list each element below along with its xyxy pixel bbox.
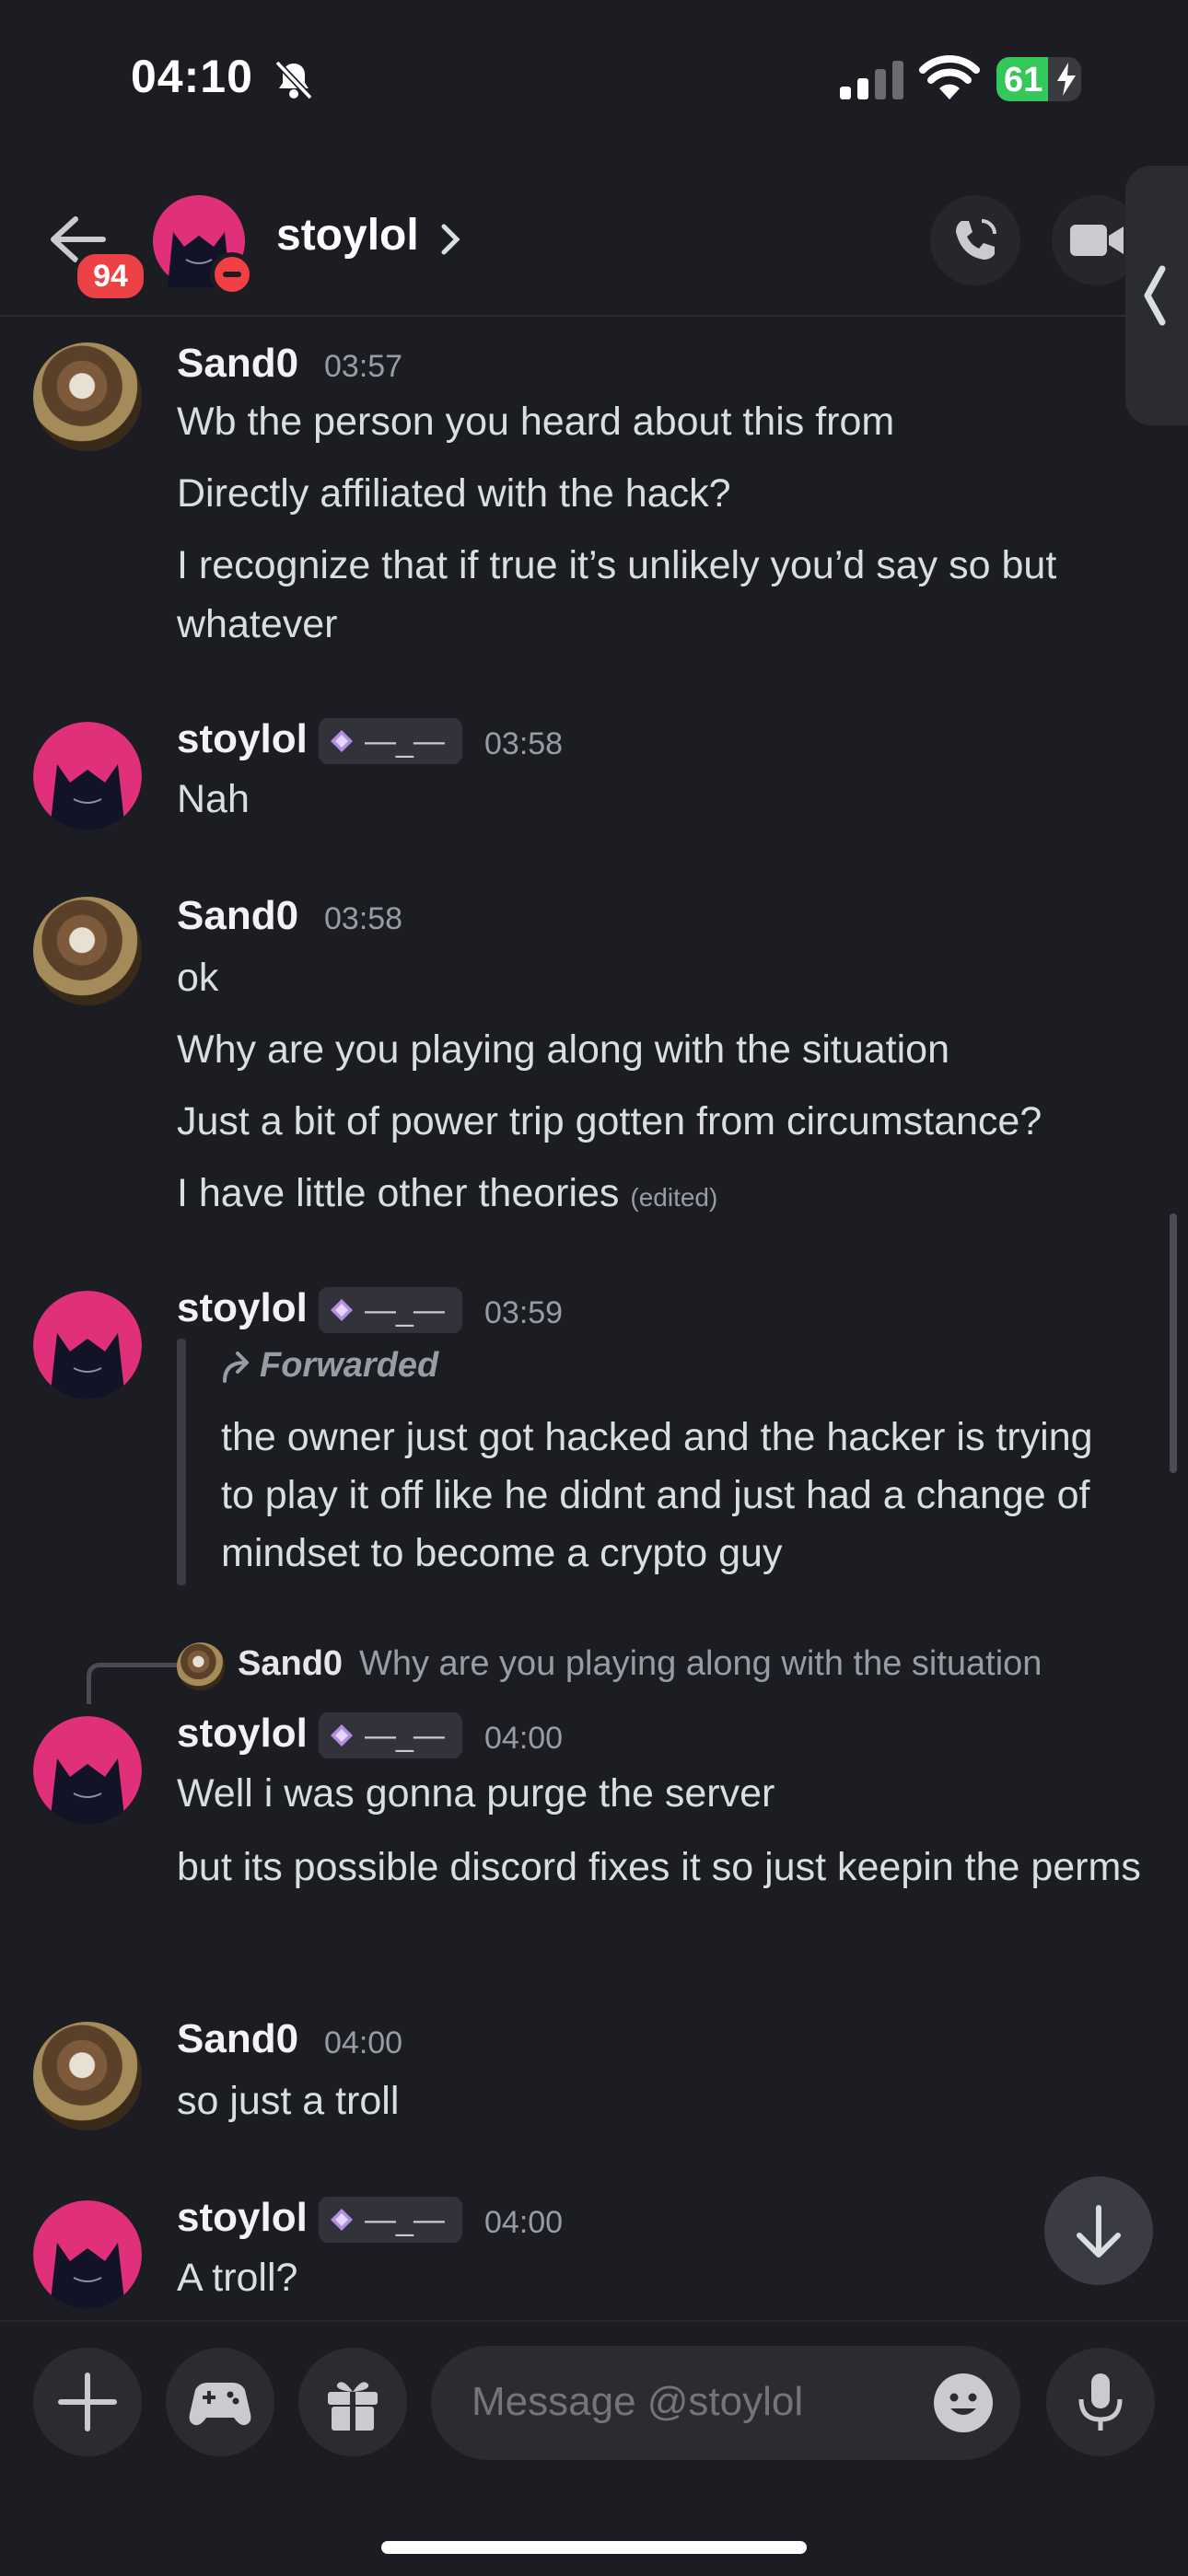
reply-author[interactable]: Sand0	[238, 1644, 343, 1684]
message-input[interactable]	[472, 2379, 895, 2425]
forwarded-text: the owner just got hacked and the hacker…	[221, 1415, 1093, 1575]
forward-arrow-icon	[223, 1352, 249, 1383]
charging-bolt-icon	[1057, 63, 1076, 96]
stoylol-avatar[interactable]	[33, 2200, 142, 2309]
unread-badge: 94	[74, 250, 147, 302]
bell-slash-icon	[274, 60, 313, 100]
clan-tag[interactable]: —_—	[319, 1287, 462, 1333]
clan-tag-text: —_—	[365, 1718, 445, 1753]
message-line: Wb the person you heard about this from	[177, 400, 895, 444]
clan-tag-text: —_—	[365, 2202, 445, 2237]
battery-indicator: 61	[996, 57, 1081, 101]
message-line: so just a troll	[177, 2079, 400, 2123]
message-line: but its possible discord fixes it so jus…	[177, 1845, 1141, 1889]
side-panel-tab[interactable]	[1125, 166, 1188, 425]
reply-preview[interactable]: Why are you playing along with the situa…	[359, 1644, 1042, 1684]
gift-icon	[328, 2382, 378, 2432]
message-time: 03:58	[484, 726, 564, 761]
message-line: ok	[177, 956, 219, 1000]
message-input-container[interactable]	[431, 2346, 1020, 2460]
gift-button[interactable]	[298, 2348, 407, 2456]
clan-tag[interactable]: —_—	[319, 1712, 462, 1758]
activities-button[interactable]	[166, 2348, 274, 2456]
clan-tag-text: —_—	[365, 1293, 445, 1328]
message-author[interactable]: Sand0	[177, 2016, 298, 2062]
message-author[interactable]: Sand0	[177, 341, 298, 387]
message-time: 04:00	[484, 2205, 564, 2240]
sand0-avatar[interactable]	[33, 2022, 142, 2130]
message-line: Well i was gonna purge the server	[177, 1771, 775, 1816]
dnd-status-icon	[210, 252, 254, 296]
plus-icon	[58, 2373, 117, 2431]
voice-call-button[interactable]	[930, 195, 1020, 285]
message-author[interactable]: stoylol	[177, 1285, 308, 1331]
signal-icon	[840, 61, 903, 99]
chevron-right-icon[interactable]	[437, 221, 464, 258]
header-username[interactable]: stoylol	[276, 210, 419, 261]
forwarded-label: Forwarded	[260, 1346, 439, 1385]
message-line: Why are you playing along with the situa…	[177, 1027, 949, 1072]
gem-icon	[331, 1299, 353, 1321]
message-line: A troll?	[177, 2256, 298, 2300]
message-line-edited: I have little other theories (edited)	[177, 1164, 1162, 1227]
gem-icon	[331, 2209, 353, 2231]
scrollbar[interactable]	[1170, 1213, 1177, 1473]
message-author[interactable]: stoylol	[177, 1711, 308, 1757]
message-time: 03:59	[484, 1295, 564, 1330]
gem-icon	[331, 1724, 353, 1746]
chevron-left-icon	[1144, 265, 1166, 326]
message-time: 04:00	[324, 2025, 403, 2060]
stoylol-avatar[interactable]	[33, 722, 142, 830]
edited-label: (edited)	[630, 1183, 718, 1212]
message-text: I have little other theories	[177, 1171, 620, 1215]
gem-icon	[331, 730, 353, 752]
message-time: 04:00	[484, 1721, 564, 1756]
home-indicator	[381, 2541, 807, 2554]
message-author[interactable]: Sand0	[177, 893, 298, 939]
arrow-down-icon	[1077, 2205, 1121, 2257]
message-time: 03:58	[324, 901, 403, 936]
wifi-icon	[919, 55, 980, 99]
message-line: Nah	[177, 777, 250, 821]
emoji-icon[interactable]	[932, 2372, 995, 2434]
clan-tag[interactable]: —_—	[319, 2197, 462, 2243]
gamepad-icon	[189, 2383, 251, 2426]
message-line: I recognize that if true it’s unlikely y…	[177, 543, 1057, 646]
message-author[interactable]: stoylol	[177, 2195, 308, 2241]
message-author[interactable]: stoylol	[177, 716, 308, 762]
phone-icon	[956, 219, 996, 260]
voice-message-button[interactable]	[1046, 2348, 1155, 2456]
microphone-icon	[1078, 2373, 1123, 2431]
message-time: 03:57	[324, 349, 403, 384]
battery-percent: 61	[1004, 61, 1043, 99]
forward-quote-bar	[177, 1339, 186, 1585]
reply-avatar	[177, 1642, 225, 1690]
stoylol-avatar[interactable]	[33, 1716, 142, 1825]
clan-tag-text: —_—	[365, 724, 445, 759]
jump-to-present-button[interactable]	[1044, 2176, 1153, 2285]
stoylol-avatar[interactable]	[33, 1291, 142, 1399]
status-time: 04:10	[131, 51, 253, 102]
sand0-avatar[interactable]	[33, 897, 142, 1005]
message-line: Just a bit of power trip gotten from cir…	[177, 1099, 1042, 1143]
message-line: Directly affiliated with the hack?	[177, 471, 731, 516]
add-attachment-button[interactable]	[33, 2348, 142, 2456]
clan-tag[interactable]: —_—	[319, 718, 462, 764]
reply-connector	[87, 1663, 180, 1704]
sand0-avatar[interactable]	[33, 342, 142, 451]
